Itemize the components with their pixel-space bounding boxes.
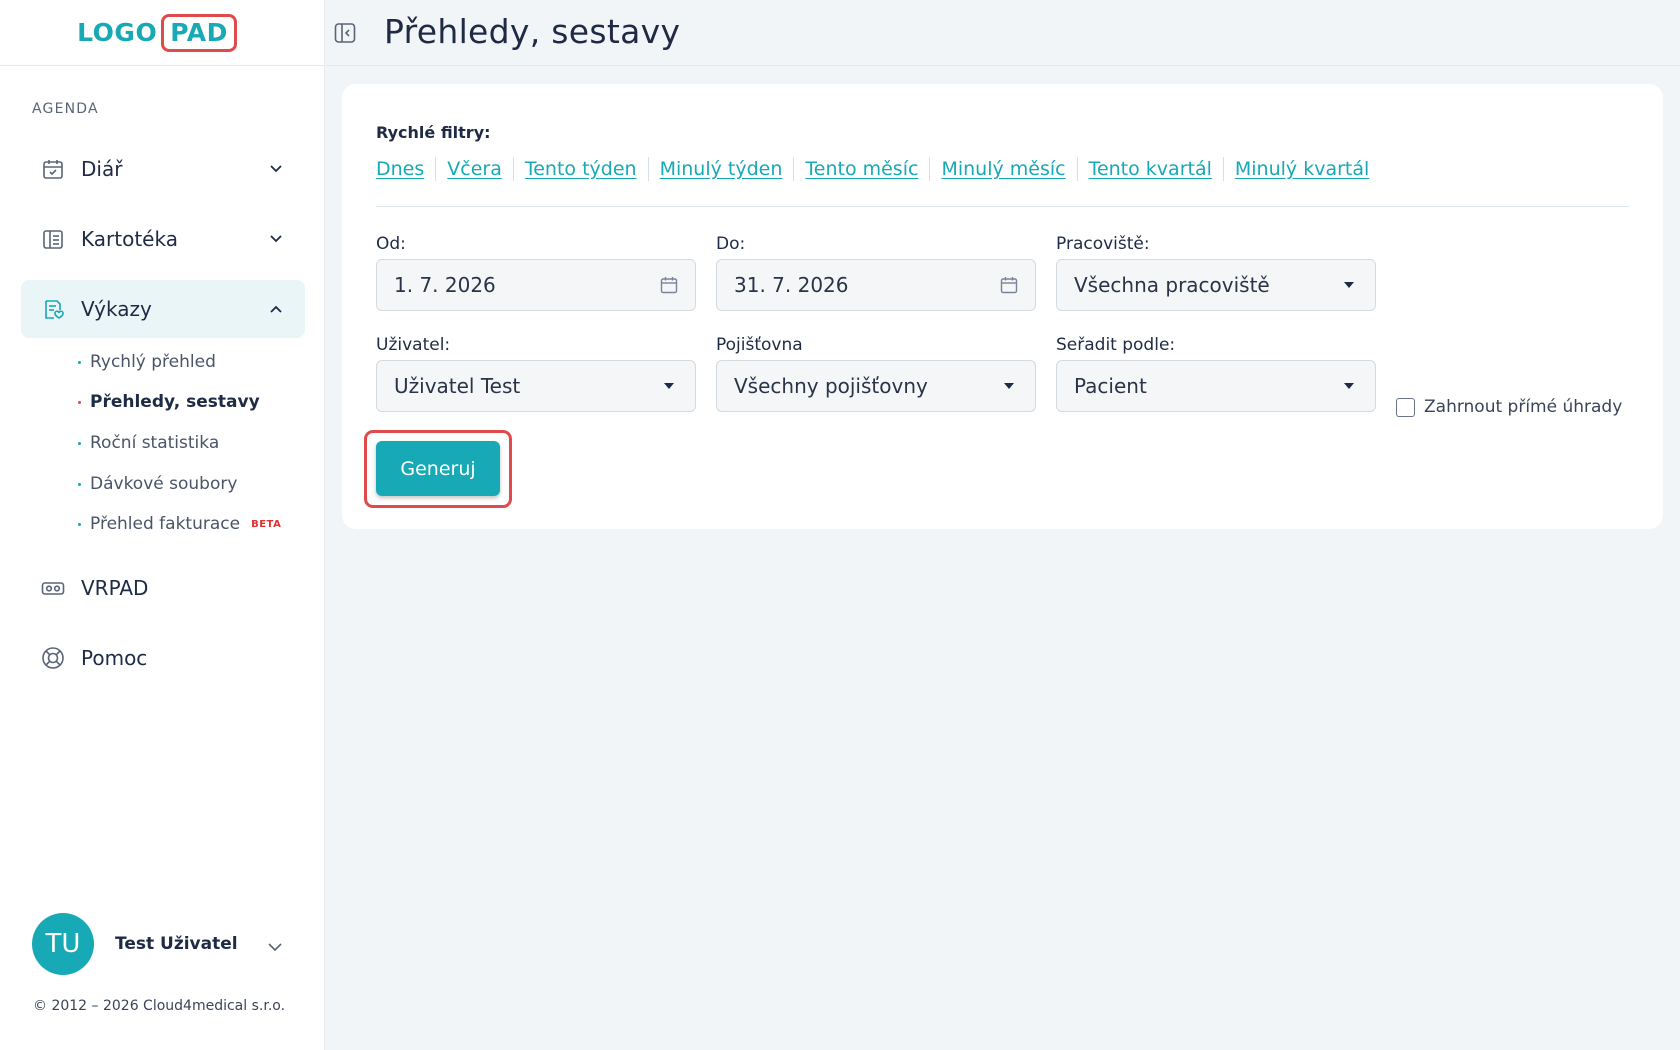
sidebar-item-label: Kartotéka	[81, 227, 178, 251]
from-date-value: 1. 7. 2026	[394, 273, 496, 297]
sidebar-subitem-label: Rychlý přehled	[90, 352, 216, 372]
report-filter-card: Rychlé filtry: Dnes Včera Tento týden Mi…	[342, 84, 1663, 529]
logo-text-right: PAD	[161, 13, 237, 52]
workplace-label: Pracoviště:	[1056, 234, 1150, 254]
direct-payments-option[interactable]: Zahrnout přímé úhrady	[1396, 397, 1622, 417]
beta-badge: BETA	[251, 518, 282, 530]
sidebar-item-vykazy[interactable]: Výkazy	[21, 280, 305, 338]
sidebar-item-label: Diář	[81, 157, 123, 181]
divider	[376, 206, 1629, 207]
caret-down-icon	[999, 376, 1019, 396]
quick-filter-tento-tyden[interactable]: Tento týden	[512, 157, 648, 181]
report-icon	[41, 297, 65, 321]
insurer-value: Všechny pojišťovny	[734, 374, 928, 398]
calendar-icon[interactable]	[659, 275, 679, 295]
sidebar-subitem-rocni-statistika[interactable]: Roční statistika	[78, 433, 219, 453]
sidebar-subitem-davkove-soubory[interactable]: Dávkové soubory	[78, 474, 237, 494]
generate-button[interactable]: Generuj	[376, 441, 500, 496]
user-name: Test Uživatel	[115, 934, 238, 954]
quick-filter-minuly-tyden[interactable]: Minulý týden	[647, 157, 794, 181]
quick-filters: Dnes Včera Tento týden Minulý týden Tent…	[376, 157, 1380, 181]
sidebar-subitem-rychly-prehled[interactable]: Rychlý přehled	[78, 352, 216, 372]
workplace-select[interactable]: Všechna pracoviště	[1056, 259, 1376, 311]
sidebar-subitem-label: Přehled fakturace	[90, 514, 241, 534]
vr-headset-icon	[41, 576, 65, 600]
sidebar-subitem-label: Přehledy, sestavy	[90, 392, 260, 412]
quick-filter-minuly-mesic[interactable]: Minulý měsíc	[929, 157, 1076, 181]
direct-payments-label: Zahrnout přímé úhrady	[1424, 397, 1623, 417]
logo-text-left: LOGO	[77, 18, 158, 47]
quick-filter-dnes[interactable]: Dnes	[376, 157, 435, 181]
sidebar-item-pomoc[interactable]: Pomoc	[21, 629, 305, 687]
chevron-down-icon	[269, 232, 283, 246]
bullet-dot	[78, 400, 81, 404]
caret-down-icon	[1339, 376, 1359, 396]
quick-filter-minuly-kvartal[interactable]: Minulý kvartál	[1222, 157, 1380, 181]
calendar-icon[interactable]	[999, 275, 1019, 295]
workplace-value: Všechna pracoviště	[1074, 273, 1270, 297]
caret-down-icon	[1339, 275, 1359, 295]
sidebar-item-label: Pomoc	[81, 646, 148, 670]
sidebar-collapse-icon[interactable]	[334, 22, 356, 44]
sidebar: LOGO PAD AGENDA Diář Kartotéka Výkazy Ry…	[0, 0, 325, 1050]
insurer-select[interactable]: Všechny pojišťovny	[716, 360, 1036, 412]
chevron-down-icon	[268, 937, 282, 952]
user-select[interactable]: Uživatel Test	[376, 360, 696, 412]
page-title: Přehledy, sestavy	[384, 12, 681, 51]
sidebar-item-diar[interactable]: Diář	[21, 140, 305, 198]
topbar: Přehledy, sestavy	[326, 0, 1680, 66]
user-value: Uživatel Test	[394, 374, 521, 398]
section-label-agenda: AGENDA	[32, 101, 99, 117]
bullet-dot	[78, 482, 81, 486]
sidebar-subitem-label: Dávkové soubory	[90, 474, 238, 494]
sidebar-item-vrpad[interactable]: VRPAD	[21, 559, 305, 617]
quick-filter-tento-kvartal[interactable]: Tento kvartál	[1076, 157, 1223, 181]
sidebar-subitem-label: Roční statistika	[90, 433, 220, 453]
bullet-dot	[78, 441, 81, 445]
logo[interactable]: LOGO PAD	[77, 13, 237, 52]
user-label: Uživatel:	[376, 335, 451, 355]
from-date-label: Od:	[376, 234, 406, 254]
user-menu[interactable]: TU Test Uživatel	[32, 912, 292, 976]
calendar-icon	[41, 157, 65, 181]
from-date-field[interactable]: 1. 7. 2026	[376, 259, 696, 311]
to-date-field[interactable]: 31. 7. 2026	[716, 259, 1036, 311]
bullet-dot	[78, 360, 81, 364]
sidebar-item-kartoteka[interactable]: Kartotéka	[21, 210, 305, 268]
bullet-dot	[78, 522, 81, 526]
chevron-down-icon	[269, 162, 283, 176]
lifebuoy-icon	[41, 646, 65, 670]
direct-payments-checkbox[interactable]	[1396, 397, 1415, 417]
sidebar-item-label: Výkazy	[81, 297, 152, 321]
quick-filter-tento-mesic[interactable]: Tento měsíc	[793, 157, 929, 181]
logo-area: LOGO PAD	[0, 0, 324, 66]
to-date-value: 31. 7. 2026	[734, 273, 849, 297]
insurer-label: Pojišťovna	[716, 335, 803, 355]
sort-select[interactable]: Pacient	[1056, 360, 1376, 412]
card-index-icon	[41, 227, 65, 251]
sidebar-subitem-prehledy-sestavy[interactable]: Přehledy, sestavy	[78, 392, 260, 412]
sort-value: Pacient	[1074, 374, 1147, 398]
sidebar-item-label: VRPAD	[81, 576, 149, 600]
chevron-up-icon	[269, 302, 283, 316]
quick-filter-vcera[interactable]: Včera	[435, 157, 513, 181]
sidebar-subitem-prehled-fakturace[interactable]: Přehled fakturace BETA	[78, 514, 281, 534]
to-date-label: Do:	[716, 234, 746, 254]
copyright: © 2012 – 2026 Cloud4medical s.r.o.	[33, 998, 286, 1014]
sort-label: Seřadit podle:	[1056, 335, 1176, 355]
caret-down-icon	[659, 376, 679, 396]
avatar: TU	[32, 913, 94, 975]
quick-filters-label: Rychlé filtry:	[376, 123, 491, 142]
